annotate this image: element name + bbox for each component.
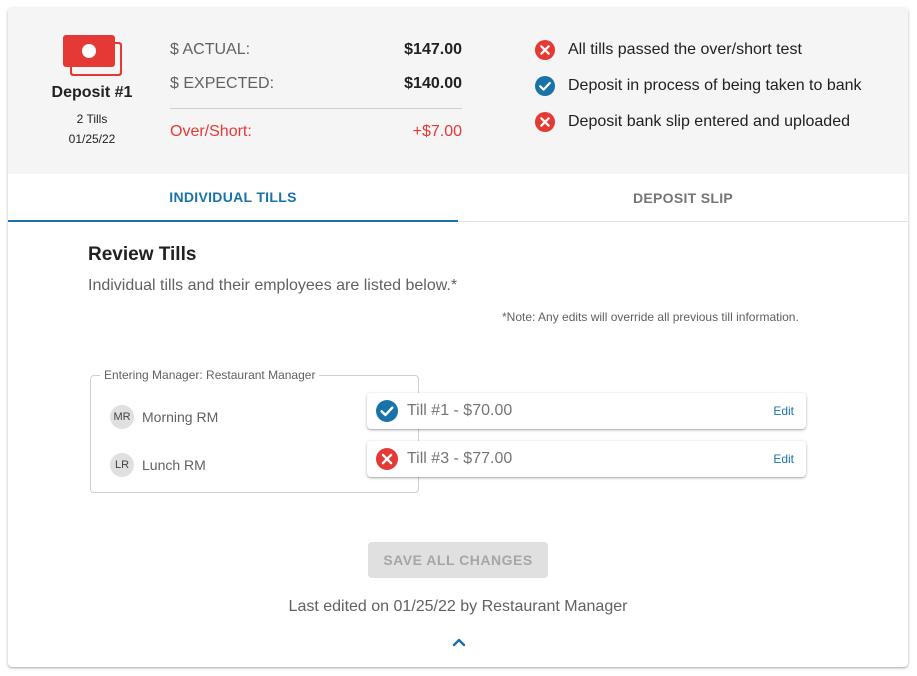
status-item-deposit-in-process: Deposit in process of being taken to ban… [535,75,862,97]
avatar: MR [110,405,134,429]
employee-item: MR Morning RM [110,405,218,429]
expected-value: $140.00 [404,75,462,92]
x-circle-icon [535,40,555,60]
employee-name: Morning RM [142,409,219,425]
till-card: Till #3 - $77.00 Edit [367,441,806,477]
edit-till-button[interactable]: Edit [773,452,794,466]
manager-legend: Entering Manager: Restaurant Manager [100,368,320,382]
actual-label: $ ACTUAL: [170,41,251,58]
save-all-changes-button[interactable]: SAVE ALL CHANGES [368,542,548,578]
till-label: Till #3 - $77.00 [407,450,513,467]
overshort-label: Over/Short: [170,123,252,140]
last-edited-text: Last edited on 01/25/22 by Restaurant Ma… [288,598,628,615]
status-text: All tills passed the over/short test [568,41,802,58]
tab-deposit-slip[interactable]: DEPOSIT SLIP [458,174,908,222]
deposit-summary: Deposit #1 2 Tills 01/25/22 $ ACTUAL: $1… [8,8,908,174]
status-item-tills-passed: All tills passed the over/short test [535,39,802,61]
check-circle-icon [535,76,555,96]
deposit-date: 01/25/22 [68,132,116,146]
chevron-up-icon[interactable] [451,636,467,648]
x-circle-icon [535,112,555,132]
status-item-bank-slip: Deposit bank slip entered and uploaded [535,111,850,133]
edit-note: *Note: Any edits will override all previ… [502,310,799,324]
page-subtitle: Individual tills and their employees are… [88,277,458,294]
employee-item: LR Lunch RM [110,453,206,477]
deposit-card: Deposit #1 2 Tills 01/25/22 $ ACTUAL: $1… [8,8,908,667]
tab-bar: INDIVIDUAL TILLS DEPOSIT SLIP [8,174,908,222]
status-text: Deposit bank slip entered and uploaded [568,113,850,130]
deposit-title: Deposit #1 [51,84,133,101]
status-text: Deposit in process of being taken to ban… [568,77,862,94]
page-title: Review Tills [88,244,197,265]
avatar: LR [110,453,134,477]
actual-value: $147.00 [404,41,462,58]
employee-name: Lunch RM [142,457,206,473]
overshort-value: +$7.00 [412,123,462,140]
amount-divider [170,108,462,109]
check-circle-icon [376,400,398,422]
till-label: Till #1 - $70.00 [407,402,513,419]
tab-individual-tills[interactable]: INDIVIDUAL TILLS [8,174,458,222]
edit-till-button[interactable]: Edit [773,404,794,418]
cash-stack-icon [63,35,122,76]
deposit-tills-count: 2 Tills [76,112,108,126]
till-card: Till #1 - $70.00 Edit [367,393,806,429]
expected-label: $ EXPECTED: [170,75,275,92]
x-circle-icon [376,448,398,470]
